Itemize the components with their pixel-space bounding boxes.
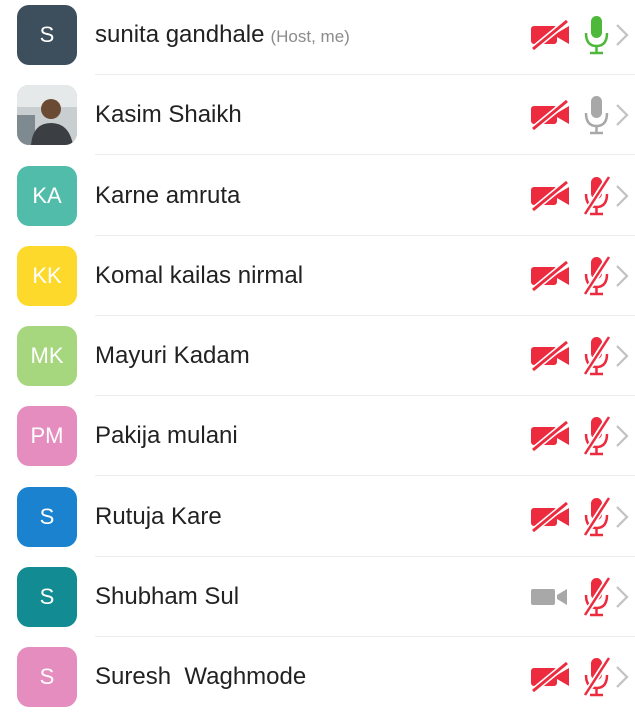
participant-name-text: Shubham Sul	[95, 583, 240, 610]
participant-name-text: Rutuja Kare	[95, 503, 222, 530]
microphone-muted-icon	[580, 655, 614, 699]
chevron-right-icon[interactable]	[614, 583, 630, 611]
participant-name: Shubham Sul	[95, 583, 239, 611]
avatar-initials: S	[39, 664, 55, 689]
chevron-right-icon[interactable]	[614, 422, 630, 450]
chevron-right-icon[interactable]	[614, 182, 630, 210]
avatar-initials: KK	[32, 263, 62, 288]
avatar-initials: S	[39, 584, 55, 609]
participant-name: sunita gandhale (Host, me)	[95, 21, 350, 49]
avatar: MK	[17, 326, 77, 386]
participant-name: Rutuja Kare	[95, 503, 222, 531]
avatar: KK	[17, 246, 77, 306]
participant-row[interactable]: Kasim Shaikh	[0, 75, 635, 155]
avatar: S	[17, 647, 77, 707]
host-tag: (Host, me)	[270, 27, 350, 46]
avatar-initials: KA	[32, 183, 62, 208]
video-off-icon	[529, 500, 571, 534]
microphone-icon	[580, 93, 614, 137]
participant-row[interactable]: S Rutuja Kare	[0, 477, 635, 557]
participant-row[interactable]: KK Komal kailas nirmal	[0, 236, 635, 316]
participant-name-text: Suresh Waghmode	[95, 663, 307, 690]
avatar-initials: PM	[30, 423, 64, 448]
chevron-right-icon[interactable]	[614, 342, 630, 370]
participant-row[interactable]: S Shubham Sul	[0, 557, 635, 637]
participant-row[interactable]: MK Mayuri Kadam	[0, 316, 635, 396]
video-off-icon	[529, 419, 571, 453]
microphone-muted-icon	[580, 174, 614, 218]
participant-row[interactable]: KA Karne amruta	[0, 156, 635, 236]
microphone-muted-icon	[580, 254, 614, 298]
chevron-right-icon[interactable]	[614, 21, 630, 49]
participant-name-text: Kasim Shaikh	[95, 101, 242, 128]
participant-name: Suresh Waghmode	[95, 663, 306, 691]
participant-name-text: sunita gandhale	[95, 21, 265, 48]
participant-row[interactable]: S Suresh Waghmode	[0, 637, 635, 717]
chevron-right-icon[interactable]	[614, 262, 630, 290]
avatar: S	[17, 487, 77, 547]
microphone-muted-icon	[580, 495, 614, 539]
video-off-icon	[529, 660, 571, 694]
participant-name-text: Komal kailas nirmal	[95, 262, 304, 289]
video-off-icon	[529, 98, 571, 132]
participant-name-text: Mayuri Kadam	[95, 342, 250, 369]
participant-row[interactable]: PM Pakija mulani	[0, 396, 635, 476]
participant-name-text: Karne amruta	[95, 182, 241, 209]
participant-name: Kasim Shaikh	[95, 101, 242, 129]
microphone-active-icon	[580, 13, 614, 57]
participant-name: Pakija mulani	[95, 422, 238, 450]
microphone-muted-icon	[580, 334, 614, 378]
microphone-muted-icon	[580, 575, 614, 619]
avatar: KA	[17, 166, 77, 226]
avatar: S	[17, 567, 77, 627]
video-off-icon	[529, 259, 571, 293]
participant-name: Mayuri Kadam	[95, 342, 250, 370]
avatar	[17, 85, 77, 145]
avatar: S	[17, 5, 77, 65]
participant-name: Karne amruta	[95, 182, 240, 210]
chevron-right-icon[interactable]	[614, 503, 630, 531]
avatar-initials: S	[39, 504, 55, 529]
avatar: PM	[17, 406, 77, 466]
microphone-muted-icon	[580, 414, 614, 458]
avatar-initials: MK	[30, 343, 64, 368]
video-camera-icon	[529, 580, 571, 614]
video-off-icon	[529, 179, 571, 213]
video-off-icon	[529, 339, 571, 373]
avatar-initials: S	[39, 22, 55, 47]
chevron-right-icon[interactable]	[614, 101, 630, 129]
video-off-icon	[529, 18, 571, 52]
participant-row[interactable]: Ssunita gandhale (Host, me)	[0, 0, 635, 75]
participant-name-text: Pakija mulani	[95, 422, 238, 449]
chevron-right-icon[interactable]	[614, 663, 630, 691]
participant-name: Komal kailas nirmal	[95, 262, 303, 290]
participant-list: Ssunita gandhale (Host, me) Kasim Shaikh …	[0, 0, 635, 707]
